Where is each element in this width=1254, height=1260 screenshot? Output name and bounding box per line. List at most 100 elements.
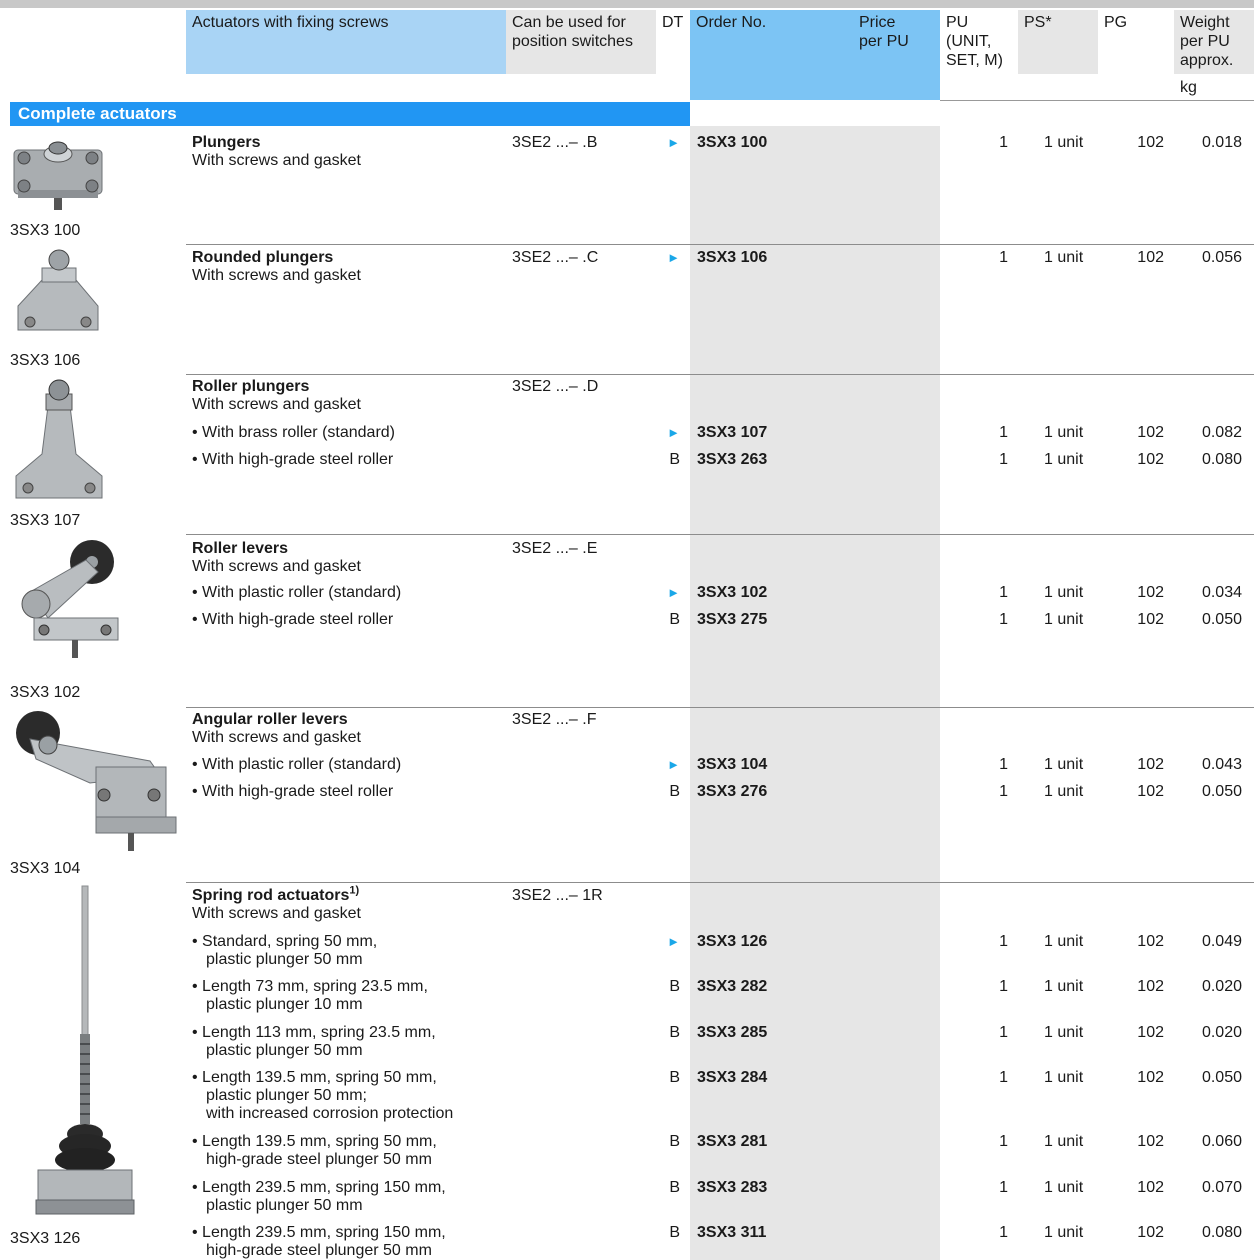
header-price: Price per PU: [850, 10, 940, 100]
top-rule: [0, 0, 1254, 8]
switch-type: 3SE2 ...– .F: [512, 711, 597, 728]
item-description: • Length 239.5 mm, spring 150 mm, high-g…: [192, 1224, 446, 1259]
group-subtitle: With screws and gasket: [192, 905, 361, 922]
pg-value: 102: [1137, 249, 1164, 266]
pg-value: 102: [1137, 584, 1164, 601]
rounded-plunger-icon: [0, 246, 184, 346]
header-order-no: Order No.: [690, 10, 850, 100]
pg-value: 102: [1137, 1224, 1164, 1241]
weight-value: 0.049: [1201, 933, 1242, 950]
pg-value: 102: [1137, 1069, 1164, 1086]
group-separator: [186, 244, 1254, 245]
header-dt: DT: [662, 14, 684, 31]
group-separator: [186, 707, 1254, 708]
delivery-indicator: ►: [667, 934, 680, 949]
order-number[interactable]: 3SX3 284: [697, 1069, 767, 1087]
ps-value: 1 unit: [1044, 249, 1084, 266]
order-number[interactable]: 3SX3 263: [697, 451, 767, 469]
ps-value: 1 unit: [1044, 134, 1084, 151]
item-description: • Length 239.5 mm, spring 150 mm, plasti…: [192, 1179, 446, 1214]
price-column: [690, 126, 940, 1260]
group-title: Roller plungers: [192, 378, 310, 395]
pu-value: 1: [999, 611, 1008, 628]
item-description: • Standard, spring 50 mm, plastic plunge…: [192, 933, 378, 968]
order-number[interactable]: 3SX3 102: [697, 584, 767, 602]
item-description: • With high-grade steel roller: [192, 451, 394, 468]
order-number[interactable]: 3SX3 107: [697, 424, 767, 442]
weight-value: 0.050: [1201, 783, 1242, 800]
group-title: Spring rod actuators1): [192, 885, 502, 905]
order-number[interactable]: 3SX3 282: [697, 978, 767, 996]
order-number[interactable]: 3SX3 104: [697, 756, 767, 774]
switch-type: 3SE2 ...– .D: [512, 378, 599, 395]
switch-type: 3SE2 ...– .C: [512, 249, 599, 266]
weight-value: 0.056: [1201, 249, 1242, 266]
order-number[interactable]: 3SX3 311: [697, 1224, 766, 1242]
ps-value: 1 unit: [1044, 756, 1084, 773]
pg-value: 102: [1137, 424, 1164, 441]
roller-lever-icon: [0, 536, 184, 676]
item-description: • Length 113 mm, spring 23.5 mm, plastic…: [192, 1024, 436, 1059]
delivery-indicator: B: [669, 1069, 680, 1086]
item-description: • With plastic roller (standard): [192, 584, 402, 601]
ps-value: 1 unit: [1044, 933, 1084, 950]
pu-value: 1: [999, 978, 1008, 995]
delivery-indicator: ►: [667, 585, 680, 600]
switch-type: 3SE2 ...– .E: [512, 540, 598, 557]
ps-value: 1 unit: [1044, 451, 1084, 468]
header-ps: PS*: [1018, 10, 1098, 74]
roller-plunger-icon: [0, 376, 184, 506]
group-title-text: Spring rod actuators: [192, 887, 350, 904]
order-number[interactable]: 3SX3 285: [697, 1024, 767, 1042]
weight-value: 0.020: [1201, 978, 1242, 995]
pg-value: 102: [1137, 1179, 1164, 1196]
header-description: Actuators with fixing screws: [186, 10, 506, 74]
group-title: Roller levers: [192, 540, 289, 557]
image-label: 3SX3 102: [10, 684, 81, 701]
ps-value: 1 unit: [1044, 1224, 1084, 1241]
angular-roller-lever-icon: [0, 709, 184, 857]
pu-value: 1: [999, 134, 1008, 151]
pu-value: 1: [999, 756, 1008, 773]
pg-value: 102: [1137, 978, 1164, 995]
item-description: • With high-grade steel roller: [192, 611, 394, 628]
group-subtitle: With screws and gasket: [192, 267, 361, 284]
order-number[interactable]: 3SX3 275: [697, 611, 767, 629]
order-number[interactable]: 3SX3 126: [697, 933, 767, 951]
item-description: • With brass roller (standard): [192, 424, 395, 441]
delivery-indicator: B: [669, 978, 680, 995]
pu-value: 1: [999, 1024, 1008, 1041]
switch-type: 3SE2 ...– .B: [512, 134, 598, 151]
pu-value: 1: [999, 783, 1008, 800]
pu-value: 1: [999, 424, 1008, 441]
image-label: 3SX3 104: [10, 860, 81, 877]
group-subtitle: With screws and gasket: [192, 558, 361, 575]
weight-value: 0.043: [1201, 756, 1242, 773]
order-number[interactable]: 3SX3 106: [697, 249, 767, 267]
group-title: Angular roller levers: [192, 711, 348, 728]
pu-value: 1: [999, 1133, 1008, 1150]
delivery-indicator: B: [669, 783, 680, 800]
weight-value: 0.082: [1201, 424, 1242, 441]
header-pg: PG: [1104, 14, 1128, 31]
weight-value: 0.070: [1201, 1179, 1242, 1196]
weight-value: 0.050: [1201, 611, 1242, 628]
ps-value: 1 unit: [1044, 783, 1084, 800]
group-subtitle: With screws and gasket: [192, 729, 361, 746]
header-divider: [940, 100, 1254, 101]
item-description: • Length 139.5 mm, spring 50 mm, plastic…: [192, 1069, 454, 1122]
delivery-indicator: B: [669, 451, 680, 468]
item-description: • Length 139.5 mm, spring 50 mm, high-gr…: [192, 1133, 437, 1168]
group-subtitle: With screws and gasket: [192, 396, 361, 413]
delivery-indicator: B: [669, 1224, 680, 1241]
pu-value: 1: [999, 451, 1008, 468]
delivery-indicator: ►: [667, 425, 680, 440]
ps-value: 1 unit: [1044, 424, 1084, 441]
order-number[interactable]: 3SX3 283: [697, 1179, 767, 1197]
order-number[interactable]: 3SX3 281: [697, 1133, 767, 1151]
pg-value: 102: [1137, 611, 1164, 628]
pu-value: 1: [999, 1179, 1008, 1196]
order-number[interactable]: 3SX3 276: [697, 783, 767, 801]
order-number[interactable]: 3SX3 100: [697, 134, 767, 152]
group-title: Rounded plungers: [192, 249, 334, 266]
